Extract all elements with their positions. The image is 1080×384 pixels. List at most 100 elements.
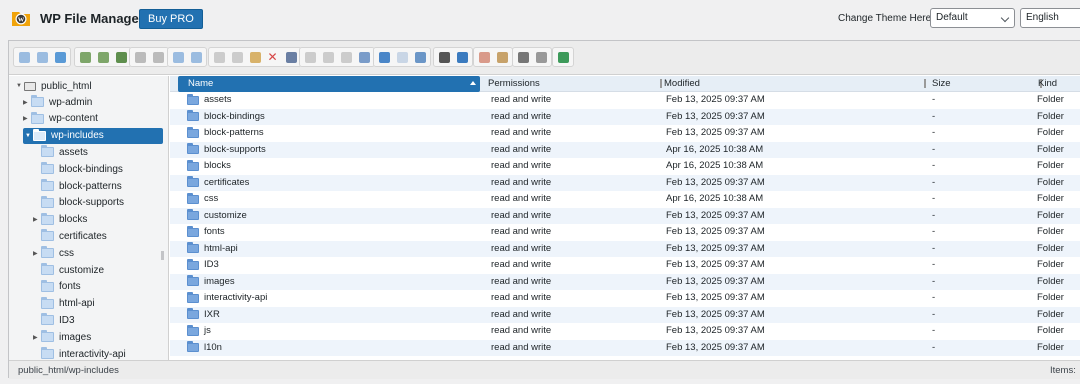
- archive-button[interactable]: [494, 48, 510, 66]
- tree-item-block-bindings[interactable]: block-bindings: [33, 161, 123, 177]
- forward-button[interactable]: [34, 48, 50, 66]
- caret-right-icon[interactable]: ▶: [33, 250, 41, 257]
- copy-button[interactable]: [211, 48, 227, 66]
- table-row[interactable]: customize read and write Feb 13, 2025 09:3…: [170, 207, 1080, 224]
- undo-button[interactable]: [170, 48, 186, 66]
- column-modified[interactable]: Modified: [664, 76, 926, 92]
- modified-cell: Feb 13, 2025 09:37 AM: [666, 242, 765, 254]
- redo-button[interactable]: [188, 48, 204, 66]
- file-name-cell[interactable]: blocks: [187, 158, 231, 174]
- tree-item-customize[interactable]: customize: [33, 262, 104, 278]
- copy-to-button[interactable]: [150, 48, 166, 66]
- size-cell: -: [932, 259, 936, 270]
- up-button[interactable]: [52, 48, 68, 66]
- info-button[interactable]: [454, 48, 470, 66]
- column-resize-handle[interactable]: [924, 79, 926, 88]
- caret-right-icon[interactable]: ▶: [33, 334, 41, 341]
- file-name-cell[interactable]: block-patterns: [187, 125, 264, 141]
- file-name-cell[interactable]: block-supports: [187, 142, 266, 158]
- table-row[interactable]: block-supports read and write Apr 16, 2025…: [170, 141, 1080, 158]
- file-name-cell[interactable]: interactivity-api: [187, 290, 267, 306]
- open-button[interactable]: [132, 48, 148, 66]
- rename-button[interactable]: [320, 48, 336, 66]
- extract-button[interactable]: [476, 48, 492, 66]
- tree-item-images[interactable]: ▶ images: [33, 329, 91, 345]
- back-button[interactable]: [16, 48, 32, 66]
- list-view-button[interactable]: [533, 48, 549, 66]
- invert-selection-button[interactable]: [412, 48, 428, 66]
- tree-item-assets[interactable]: assets: [33, 144, 88, 160]
- file-name-cell[interactable]: certificates: [187, 175, 249, 191]
- duplicate-button[interactable]: [302, 48, 318, 66]
- tree-root[interactable]: ▼ public_html: [16, 78, 92, 94]
- table-row[interactable]: css read and write Apr 16, 2025 10:38 AM - F…: [170, 191, 1080, 208]
- table-row[interactable]: IXR read and write Feb 13, 2025 09:37 AM - F…: [170, 306, 1080, 323]
- table-row[interactable]: assets read and write Feb 13, 2025 09:37 A…: [170, 92, 1080, 109]
- caret-right-icon[interactable]: ▶: [33, 216, 41, 223]
- tree-item-wp-content[interactable]: ▶ wp-content: [23, 111, 98, 127]
- table-row[interactable]: ID3 read and write Feb 13, 2025 09:37 AM - F…: [170, 257, 1080, 274]
- file-name-cell[interactable]: customize: [187, 208, 247, 224]
- undo-icon: [172, 51, 184, 63]
- table-row[interactable]: certificates read and write Feb 13, 2025 0…: [170, 174, 1080, 191]
- language-select[interactable]: English: [1020, 8, 1080, 28]
- caret-down-icon[interactable]: ▼: [25, 133, 33, 139]
- tree-item-wp-includes[interactable]: ▼ wp-includes: [23, 127, 163, 144]
- buy-pro-button[interactable]: Buy PRO: [139, 9, 203, 29]
- file-name-cell[interactable]: images: [187, 274, 235, 290]
- table-row[interactable]: block-bindings read and write Feb 13, 2025…: [170, 108, 1080, 125]
- table-row[interactable]: interactivity-api read and write Feb 13, 2…: [170, 290, 1080, 307]
- table-row[interactable]: fonts read and write Feb 13, 2025 09:37 AM…: [170, 224, 1080, 241]
- paste-button[interactable]: [247, 48, 263, 66]
- table-row[interactable]: blocks read and write Apr 16, 2025 10:38 A…: [170, 158, 1080, 175]
- tree-item-certificates[interactable]: certificates: [33, 228, 107, 244]
- file-name-cell[interactable]: block-bindings: [187, 109, 265, 125]
- upload-button[interactable]: [95, 48, 111, 66]
- file-name-cell[interactable]: html-api: [187, 241, 238, 257]
- table-row[interactable]: block-patterns read and write Feb 13, 2025…: [170, 125, 1080, 142]
- file-name-cell[interactable]: l10n: [187, 340, 222, 356]
- file-name-cell[interactable]: IXR: [187, 307, 220, 323]
- save-button[interactable]: [113, 48, 129, 66]
- table-row[interactable]: images read and write Feb 13, 2025 09:37 A…: [170, 273, 1080, 290]
- delete-button[interactable]: ✕: [265, 48, 281, 66]
- select-none-button[interactable]: [394, 48, 410, 66]
- table-row[interactable]: js read and write Feb 13, 2025 09:37 AM - Fo…: [170, 323, 1080, 340]
- tree-item-interactivity-api[interactable]: interactivity-api: [33, 346, 126, 360]
- tree-item-blocks[interactable]: ▶ blocks: [33, 212, 87, 228]
- theme-select[interactable]: Default: [930, 8, 1015, 28]
- file-name-cell[interactable]: fonts: [187, 224, 225, 240]
- caret-right-icon[interactable]: ▶: [23, 99, 31, 106]
- back-icon: [18, 51, 30, 63]
- tree-scrollbar[interactable]: [161, 251, 164, 260]
- caret-down-icon[interactable]: ▼: [16, 83, 24, 89]
- file-name-cell[interactable]: js: [187, 323, 211, 339]
- icons-view-button[interactable]: [515, 48, 531, 66]
- file-name-cell[interactable]: ID3: [187, 257, 219, 273]
- table-row[interactable]: l10n read and write Feb 13, 2025 09:37 AM -…: [170, 339, 1080, 356]
- column-permissions[interactable]: Permissions: [488, 76, 662, 92]
- select-all-button[interactable]: [376, 48, 392, 66]
- fullscreen-button[interactable]: [555, 48, 571, 66]
- table-row[interactable]: html-api read and write Feb 13, 2025 09:37…: [170, 240, 1080, 257]
- column-kind[interactable]: Kind: [1038, 76, 1080, 92]
- tree-item-wp-admin[interactable]: ▶ wp-admin: [23, 94, 92, 110]
- resize-button[interactable]: [356, 48, 372, 66]
- empty-button[interactable]: [283, 48, 299, 66]
- column-resize-handle[interactable]: [660, 79, 662, 88]
- preview-button[interactable]: [436, 48, 452, 66]
- caret-right-icon[interactable]: ▶: [23, 115, 31, 122]
- file-name-cell[interactable]: assets: [187, 92, 231, 108]
- edit-button[interactable]: [338, 48, 354, 66]
- tree-item-id3[interactable]: ID3: [33, 312, 75, 328]
- column-name[interactable]: Name: [178, 76, 480, 92]
- cut-button[interactable]: [229, 48, 245, 66]
- tree-item-fonts[interactable]: fonts: [33, 279, 81, 295]
- download-button[interactable]: [77, 48, 93, 66]
- file-name-cell[interactable]: css: [187, 191, 218, 207]
- tree-item-html-api[interactable]: html-api: [33, 296, 95, 312]
- column-size[interactable]: Size: [932, 76, 1042, 92]
- tree-item-block-patterns[interactable]: block-patterns: [33, 178, 122, 194]
- tree-item-block-supports[interactable]: block-supports: [33, 195, 124, 211]
- tree-item-css[interactable]: ▶ css: [33, 245, 74, 261]
